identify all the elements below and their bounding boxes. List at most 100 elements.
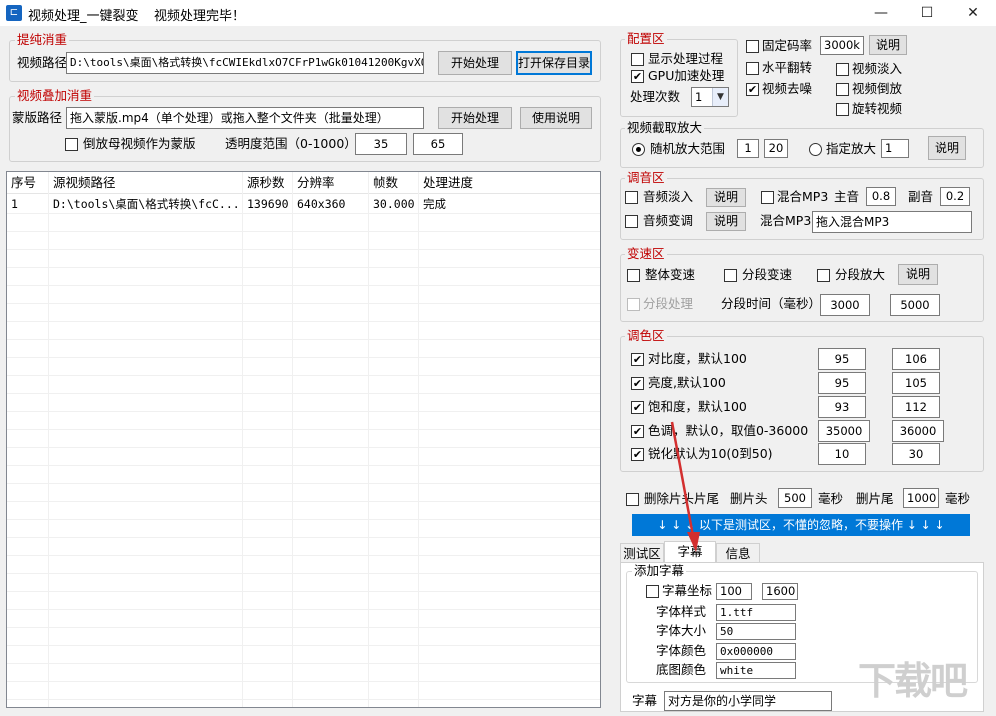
subtitle-coord-y-input[interactable]: 1600 [762, 583, 798, 600]
mask-path-input[interactable]: 拖入蒙版.mp4（单个处理）或拖入整个文件夹（批量处理） [66, 107, 424, 129]
extract-start-button[interactable]: 开始处理 [438, 51, 512, 75]
contrast-checkbox[interactable]: ✔ [631, 353, 644, 366]
segment-process-label: 分段处理 [643, 296, 694, 311]
segment-time-max-input[interactable]: 5000 [890, 294, 940, 316]
sub-volume-input[interactable]: 0.2 [940, 187, 970, 206]
close-button[interactable]: ✕ [950, 0, 996, 26]
rotate-checkbox[interactable] [836, 103, 849, 116]
mix-mp3-input[interactable]: 拖入混合MP3 [812, 211, 972, 233]
sharpen-max-input[interactable]: 30 [892, 443, 940, 465]
speed-help-button[interactable]: 说明 [898, 264, 938, 285]
hue-max-input[interactable]: 36000 [892, 420, 944, 442]
bitrate-input[interactable]: 3000k [820, 36, 864, 55]
trim-head-label: 删片头 [730, 491, 768, 506]
crop-help-button[interactable]: 说明 [928, 136, 966, 160]
column-header[interactable]: 序号 [7, 172, 49, 194]
contrast-max-input[interactable]: 106 [892, 348, 940, 370]
segment-process-checkbox[interactable] [627, 298, 640, 311]
maximize-button[interactable]: ☐ [904, 0, 950, 26]
app-icon: ⊏ [6, 5, 22, 21]
pitch-help-button[interactable]: 说明 [706, 212, 746, 231]
random-zoom-max-input[interactable]: 20 [764, 139, 788, 158]
column-header[interactable]: 帧数 [369, 172, 419, 194]
audio-fade-help-button[interactable]: 说明 [706, 188, 746, 207]
audio-fade-in-checkbox[interactable] [625, 191, 638, 204]
mix-mp3-checkbox[interactable] [761, 191, 774, 204]
pitch-checkbox[interactable] [625, 215, 638, 228]
subtitle-coord-x-input[interactable]: 100 [716, 583, 752, 600]
brightness-label: 亮度,默认100 [648, 375, 726, 390]
font-size-input[interactable]: 50 [716, 623, 796, 640]
fixed-zoom-label: 指定放大 [826, 141, 877, 156]
saturation-min-input[interactable]: 93 [818, 396, 866, 418]
contrast-min-input[interactable]: 95 [818, 348, 866, 370]
overall-speed-checkbox[interactable] [627, 269, 640, 282]
font-style-input[interactable]: 1.ttf [716, 604, 796, 621]
saturation-checkbox[interactable]: ✔ [631, 401, 644, 414]
opacity-min-input[interactable]: 35 [355, 133, 407, 155]
subtitle-text-input[interactable]: 对方是你的小学同学 [664, 691, 832, 711]
mask-path-label: 蒙版路径 [12, 110, 63, 125]
trim-tail-input[interactable]: 1000 [903, 488, 939, 508]
main-volume-input[interactable]: 0.8 [866, 187, 896, 206]
fade-in-checkbox[interactable] [836, 63, 849, 76]
segment-zoom-checkbox[interactable] [817, 269, 830, 282]
overlay-start-button[interactable]: 开始处理 [438, 107, 512, 129]
random-zoom-radio[interactable] [632, 143, 645, 156]
table-cell: 640x360 [297, 197, 346, 211]
hue-min-input[interactable]: 35000 [818, 420, 870, 442]
segment-time-min-input[interactable]: 3000 [820, 294, 870, 316]
video-path-input[interactable]: D:\tools\桌面\格式转换\fcCWIEkdlxO7CFrP1wGk010… [66, 52, 424, 74]
video-table[interactable]: 序号 源视频路径 源秒数 分辨率 帧数 处理进度 1 D:\tools\桌面\格… [6, 171, 601, 708]
sharpen-min-input[interactable]: 10 [818, 443, 866, 465]
mix-mp3-label: 混合MP3 [777, 189, 829, 204]
mix-mp3-path-label: 混合MP3 [760, 213, 812, 228]
font-color-input[interactable]: 0x000000 [716, 643, 796, 660]
bg-color-label: 底图颜色 [656, 662, 707, 677]
trim-checkbox[interactable] [626, 493, 639, 506]
fade-in-label: 视频淡入 [852, 61, 903, 76]
fixed-zoom-radio[interactable] [809, 143, 822, 156]
trim-tail-label: 删片尾 [856, 491, 894, 506]
tab-test[interactable]: 测试区 [620, 543, 664, 564]
overlay-help-button[interactable]: 使用说明 [520, 107, 592, 129]
sharpen-checkbox[interactable]: ✔ [631, 448, 644, 461]
bitrate-help-button[interactable]: 说明 [869, 35, 907, 55]
column-header[interactable]: 源视频路径 [49, 172, 243, 194]
table-gridline [7, 411, 600, 412]
fixed-zoom-input[interactable]: 1 [881, 139, 909, 158]
denoise-checkbox[interactable]: ✔ [746, 83, 759, 96]
table-gridline [7, 213, 600, 214]
trim-head-input[interactable]: 500 [778, 488, 812, 508]
contrast-label: 对比度，默认100 [648, 351, 747, 366]
reverse-checkbox[interactable] [836, 83, 849, 96]
tab-subtitle[interactable]: 字幕 [664, 541, 716, 564]
brightness-checkbox[interactable]: ✔ [631, 377, 644, 390]
hflip-checkbox[interactable] [746, 62, 759, 75]
open-save-dir-button[interactable]: 打开保存目录 [516, 51, 592, 75]
opacity-max-input[interactable]: 65 [413, 133, 463, 155]
saturation-max-input[interactable]: 112 [892, 396, 940, 418]
fixed-bitrate-checkbox[interactable] [746, 40, 759, 53]
reverse-mask-checkbox[interactable] [65, 138, 78, 151]
column-header[interactable]: 处理进度 [419, 172, 600, 194]
random-zoom-min-input[interactable]: 1 [737, 139, 759, 158]
hue-checkbox[interactable]: ✔ [631, 425, 644, 438]
fixed-bitrate-label: 固定码率 [762, 38, 813, 53]
column-header[interactable]: 源秒数 [243, 172, 293, 194]
process-count-value: 1 [695, 90, 703, 104]
subtitle-coord-checkbox[interactable] [646, 585, 659, 598]
gpu-checkbox[interactable]: ✔ [631, 70, 644, 83]
column-header[interactable]: 分辨率 [293, 172, 369, 194]
minimize-button[interactable]: — [858, 0, 904, 26]
segment-speed-checkbox[interactable] [724, 269, 737, 282]
chevron-down-icon[interactable]: ▼ [712, 88, 728, 106]
table-cell: 完成 [423, 197, 446, 211]
trim-head-unit: 毫秒 [818, 491, 844, 506]
brightness-max-input[interactable]: 105 [892, 372, 940, 394]
segment-speed-label: 分段变速 [742, 267, 793, 282]
bg-color-input[interactable]: white [716, 662, 796, 679]
tab-info[interactable]: 信息 [716, 543, 760, 564]
show-process-checkbox[interactable] [631, 53, 644, 66]
brightness-min-input[interactable]: 95 [818, 372, 866, 394]
